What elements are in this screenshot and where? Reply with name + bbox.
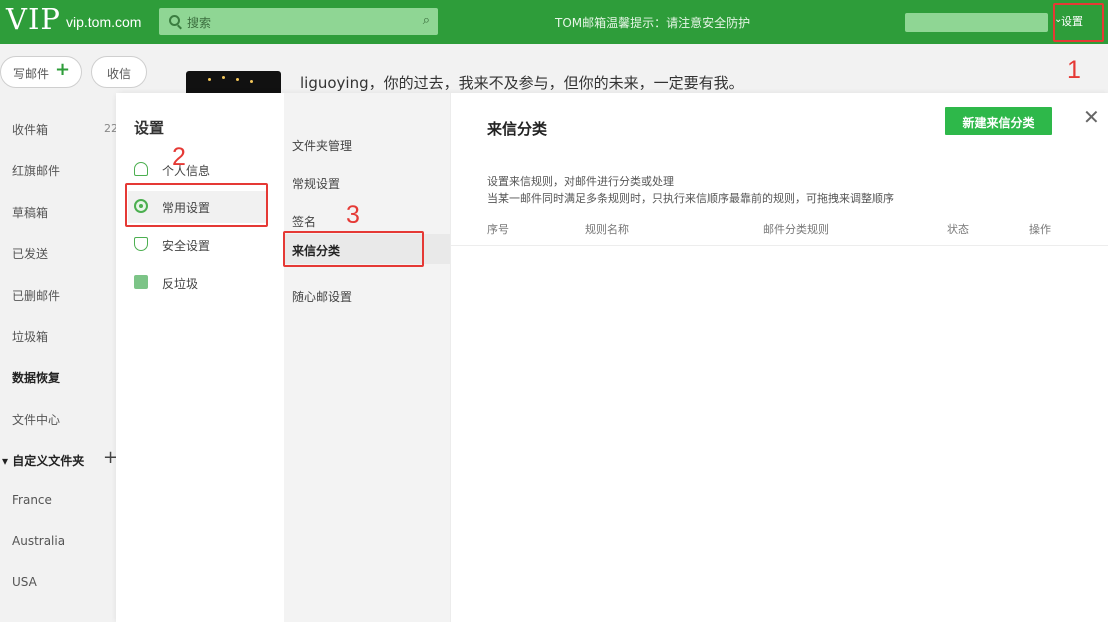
subnav-general-settings[interactable]: 常规设置 [292, 167, 450, 197]
search-placeholder: 搜索 [187, 16, 212, 30]
column-header: 邮件分类规则 [763, 223, 829, 236]
user-account-box[interactable] [905, 13, 1048, 32]
banner-text: liguoying，你的过去，我来不及参与，但你的未来，一定要有我。 [300, 74, 744, 92]
banner-image [186, 71, 281, 95]
folder-recovery[interactable]: 数据恢复 [12, 369, 60, 386]
column-header: 操作 [1029, 223, 1051, 236]
column-header: 状态 [947, 223, 969, 236]
folder-flagged[interactable]: 红旗邮件 [12, 162, 60, 179]
custom-folders-header[interactable]: ▾ 自定义文件夹 [2, 452, 84, 469]
folder-spam[interactable]: 垃圾箱 [12, 328, 48, 345]
settings-content: 来信分类 新建来信分类 ✕ 设置来信规则，对邮件进行分类或处理 当某一邮件同时满… [450, 93, 1108, 622]
settings-link[interactable]: 设置 [1061, 13, 1083, 29]
subnav-mail-rules[interactable]: 来信分类 [284, 234, 450, 264]
search-icon [169, 15, 180, 26]
rule-description: 当某一邮件同时满足多条规则时，只执行来信顺序最靠前的规则，可拖拽来调整顺序 [487, 192, 894, 205]
folder-inbox[interactable]: 收件箱 [12, 121, 48, 138]
subnav-freemail-settings[interactable]: 随心邮设置 [292, 280, 450, 310]
domain-label: vip.tom.com [66, 14, 142, 30]
custom-folder-item[interactable]: Australia [12, 534, 65, 548]
column-header: 序号 [487, 223, 509, 236]
annotation-step-1: 1 [1067, 56, 1081, 84]
settings-subnav: 文件夹管理 常规设置 签名 来信分类 随心邮设置 [284, 93, 450, 622]
rule-description: 设置来信规则，对邮件进行分类或处理 [487, 175, 674, 188]
plus-icon: + [55, 59, 71, 80]
person-icon [134, 162, 148, 176]
annotation-step-2: 2 [172, 143, 186, 171]
search-submit-icon[interactable]: ⌕ [423, 13, 430, 28]
settings-nav: 设置 个人信息 常用设置 安全设置 反垃圾 [116, 93, 284, 622]
folder-file-center[interactable]: 文件中心 [12, 411, 60, 428]
annotation-step-3: 3 [346, 201, 360, 229]
folder-sent[interactable]: 已发送 [12, 245, 48, 262]
custom-folder-item[interactable]: France [12, 493, 52, 507]
nav-personal-info[interactable]: 个人信息 [128, 154, 268, 186]
new-rule-button[interactable]: 新建来信分类 [945, 107, 1052, 135]
gear-icon [134, 199, 148, 213]
folder-drafts[interactable]: 草稿箱 [12, 204, 48, 221]
shield-icon [134, 237, 148, 251]
nav-anti-spam[interactable]: 反垃圾 [128, 267, 268, 299]
trash-icon [134, 275, 148, 289]
top-bar: VIP vip.tom.com 搜索 ⌕ TOM邮箱温馨提示：请注意安全防护 ⌄… [0, 0, 1108, 44]
content-title: 来信分类 [487, 120, 548, 138]
column-header: 规则名称 [585, 223, 629, 236]
vip-logo: VIP [6, 2, 61, 36]
compose-button[interactable]: 写邮件 + [0, 56, 82, 88]
nav-security-settings[interactable]: 安全设置 [128, 229, 268, 261]
settings-title: 设置 [134, 119, 165, 137]
receive-button[interactable]: 收信 [91, 56, 147, 88]
search-input[interactable]: 搜索 ⌕ [159, 8, 438, 35]
folder-deleted[interactable]: 已删邮件 [12, 287, 60, 304]
nav-common-settings[interactable]: 常用设置 [128, 191, 268, 223]
security-notice: TOM邮箱温馨提示：请注意安全防护 [555, 16, 751, 30]
subnav-folder-management[interactable]: 文件夹管理 [292, 129, 450, 159]
table-divider [451, 245, 1108, 246]
subnav-signature[interactable]: 签名 [292, 205, 450, 235]
close-icon[interactable]: ✕ [1083, 105, 1100, 129]
settings-modal: 设置 个人信息 常用设置 安全设置 反垃圾 文件夹管理 常规设置 签名 来信分类… [116, 93, 1108, 622]
custom-folder-item[interactable]: USA [12, 575, 37, 589]
